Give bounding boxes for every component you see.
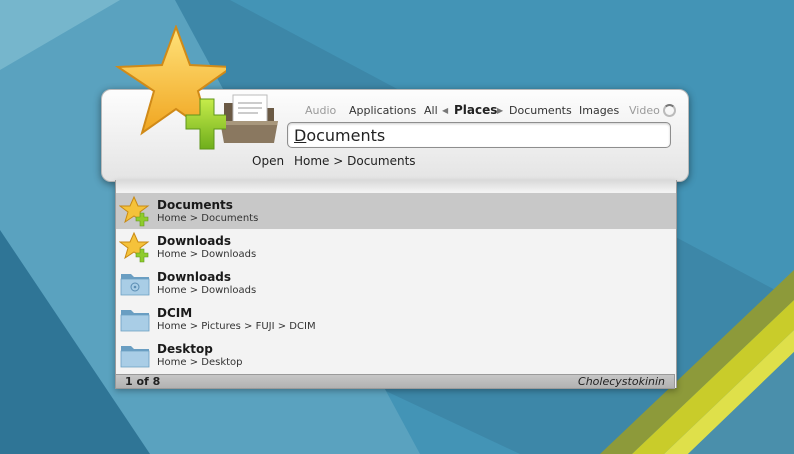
tab-audio[interactable]: Audio [305,104,336,117]
star-add-icon [114,25,226,150]
tab-images[interactable]: Images [579,104,619,117]
download-folder-icon [120,274,150,296]
star-add-icon [119,231,150,263]
result-path: Home > Downloads [157,285,257,296]
action-target-path: Home > Documents [294,154,416,168]
tab-left-arrow-icon: ◀ [442,106,449,115]
loading-spinner-icon [663,104,676,117]
tab-applications[interactable]: Applications [349,104,416,117]
status-bar: 1 of 8 Cholecystokinin [115,374,675,389]
result-count: 1 of 8 [125,375,161,388]
search-input-text: ocuments [306,126,386,145]
result-path: Home > Documents [157,213,259,224]
result-row[interactable]: Documents Home > Documents [116,193,676,229]
folder-icon [120,346,150,368]
result-row[interactable]: DCIM Home > Pictures > FUJI > DCIM [116,301,676,337]
results-list: Documents Home > Documents Downloads Hom… [115,180,677,388]
result-name: Downloads [157,234,232,248]
tab-places[interactable]: Places [454,103,497,117]
tab-right-arrow-icon: ▶ [497,106,504,115]
result-row[interactable]: Downloads Home > Downloads [116,265,676,301]
result-row[interactable]: Desktop Home > Desktop [116,337,676,373]
result-name: Documents [157,198,233,212]
result-name: Downloads [157,270,232,284]
search-input-first-letter: D [294,126,307,145]
category-tabs: Audio Applications All ◀ Places ▶ Docume… [303,102,675,120]
tab-all[interactable]: All [424,104,438,117]
result-row[interactable]: Downloads Home > Downloads [116,229,676,265]
folder-icon [120,310,150,332]
folder-documents-icon [220,94,278,143]
result-name: DCIM [157,306,193,320]
result-name: Desktop [157,342,213,356]
search-input[interactable]: Documents [287,122,671,148]
star-add-icon [119,195,150,227]
results-top-shadow [116,180,676,192]
result-path: Home > Downloads [157,249,257,260]
tab-video[interactable]: Video [629,104,660,117]
result-path: Home > Pictures > FUJI > DCIM [157,321,316,332]
user-name: Cholecystokinin [578,375,665,388]
result-path: Home > Desktop [157,357,243,368]
tab-documents[interactable]: Documents [509,104,572,117]
action-label[interactable]: Open [252,154,284,168]
